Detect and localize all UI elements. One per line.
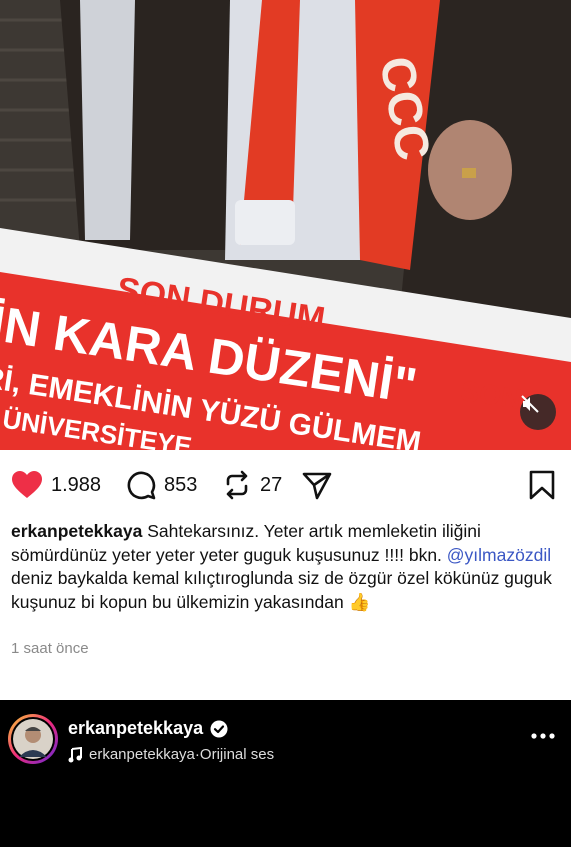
- audio-owner: erkanpetekkaya: [89, 746, 195, 763]
- bookmark-icon: [529, 470, 555, 500]
- repost-count: 27: [260, 473, 283, 496]
- post-caption: erkanpetekkaya Sahtekarsınız. Yeter artı…: [11, 520, 563, 614]
- heart-icon: [12, 471, 42, 498]
- music-note-icon: [68, 746, 82, 762]
- action-bar: 1.988 853 27: [0, 466, 571, 504]
- save-button[interactable]: [528, 470, 556, 500]
- comment-button[interactable]: 853: [126, 470, 197, 500]
- post-details: 1.988 853 27 erkanpetekkaya Sahtekarsını…: [0, 450, 571, 700]
- video-frame: CCC SON DURUM SON D İN KARA DÜZENİ" Rİ, …: [0, 0, 571, 450]
- repost-icon: [226, 470, 248, 500]
- reel-video[interactable]: CCC SON DURUM SON D İN KARA DÜZENİ" Rİ, …: [0, 0, 571, 450]
- account-username[interactable]: erkanpetekkaya: [68, 718, 228, 739]
- profile-photo: [13, 719, 53, 759]
- avatar[interactable]: [8, 714, 58, 764]
- mute-icon: [521, 395, 539, 413]
- share-icon: [302, 472, 332, 500]
- more-options-button[interactable]: [528, 726, 558, 746]
- comment-count: 853: [164, 473, 198, 496]
- audio-link[interactable]: erkanpetekkaya · Orijinal ses: [68, 746, 274, 763]
- repost-button[interactable]: 27: [222, 470, 282, 500]
- caption-username[interactable]: erkanpetekkaya: [11, 521, 142, 541]
- reel-info-bar: erkanpetekkaya erkanpetekkaya · Orijinal…: [0, 700, 571, 847]
- post-timestamp: 1 saat önce: [11, 640, 89, 657]
- mute-button[interactable]: [520, 394, 556, 430]
- like-button[interactable]: 1.988: [11, 470, 101, 500]
- like-count: 1.988: [51, 473, 102, 496]
- caption-text-continued: deniz baykalda kemal kılıçtıroglunda siz…: [11, 568, 552, 612]
- thumbs-up-emoji: 👍: [348, 591, 371, 612]
- share-button[interactable]: [302, 470, 332, 500]
- account-username-text: erkanpetekkaya: [68, 718, 204, 738]
- audio-label: Orijinal ses: [199, 746, 275, 763]
- more-icon: [531, 733, 555, 739]
- comment-icon: [127, 471, 156, 500]
- caption-mention[interactable]: @yılmazözdil: [447, 545, 551, 565]
- verified-icon: [210, 720, 228, 737]
